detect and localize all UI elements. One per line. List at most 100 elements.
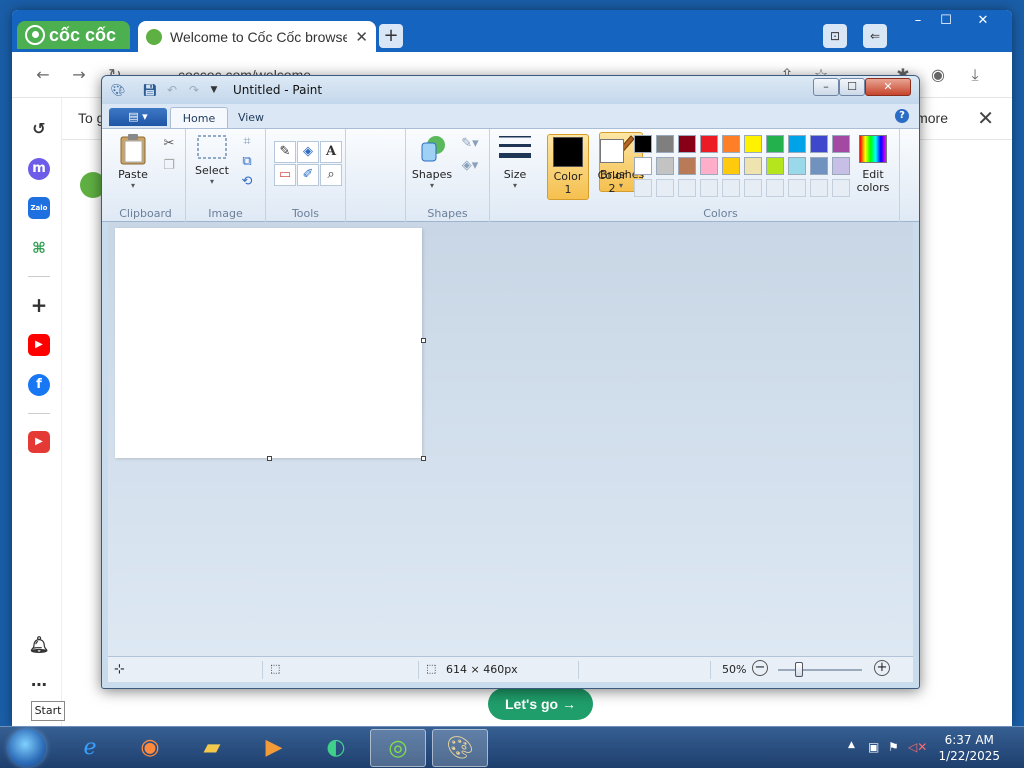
start-button[interactable] (8, 729, 46, 767)
palette-swatch[interactable] (788, 135, 806, 153)
notification-bell-icon[interactable]: 🔔︎ (28, 634, 50, 656)
palette-swatch[interactable] (678, 135, 696, 153)
new-tab-button[interactable]: + (379, 24, 403, 48)
shapes-button[interactable]: Shapes ▾ (410, 133, 454, 190)
custom-color-slot[interactable] (744, 179, 762, 197)
coccoc-alt-icon[interactable]: ◐ (308, 729, 364, 767)
palette-swatch[interactable] (722, 135, 740, 153)
palette-swatch[interactable] (810, 135, 828, 153)
custom-color-slot[interactable] (700, 179, 718, 197)
clock[interactable]: 6:37 AM 1/22/2025 (938, 732, 1000, 764)
palette-swatch[interactable] (832, 157, 850, 175)
color1-button[interactable]: Color 1 (547, 134, 589, 200)
custom-color-slot[interactable] (678, 179, 696, 197)
custom-color-slot[interactable] (788, 179, 806, 197)
firefox-icon[interactable]: ◉ (122, 729, 178, 767)
browser-minimize-button[interactable]: – (905, 12, 931, 30)
pencil-icon[interactable]: ✎ (274, 141, 296, 163)
custom-color-slot[interactable] (810, 179, 828, 197)
palette-swatch[interactable] (722, 157, 740, 175)
outline-icon[interactable]: ✎▾ (456, 135, 484, 153)
palette-swatch[interactable] (810, 157, 828, 175)
customize-toolbar-icon[interactable]: ▼ (206, 82, 222, 98)
copy-icon[interactable]: ❐ (160, 157, 178, 175)
sk-app-icon[interactable]: ▶ (28, 431, 50, 453)
cut-icon[interactable]: ✂ (160, 135, 178, 153)
canvas-resize-handle-right[interactable] (421, 338, 426, 343)
show-hidden-icons-icon[interactable]: ▲ (848, 740, 855, 750)
zalo-icon[interactable]: Zalo (28, 197, 50, 219)
history-icon[interactable]: ↺ (28, 118, 50, 140)
drawing-canvas[interactable] (115, 228, 422, 458)
save-icon[interactable]: 💾︎ (142, 82, 158, 98)
custom-color-slot[interactable] (656, 179, 674, 197)
add-sidebar-app-icon[interactable]: + (28, 294, 50, 316)
forward-arrow-icon[interactable]: → (68, 64, 90, 86)
help-icon[interactable]: ? (895, 109, 909, 123)
palette-swatch[interactable] (766, 135, 784, 153)
palette-swatch[interactable] (678, 157, 696, 175)
paint-file-menu-button[interactable]: ▤ ▾ (109, 108, 167, 126)
palette-swatch[interactable] (656, 135, 674, 153)
rotate-icon[interactable]: ⟲ (238, 173, 256, 191)
custom-color-slot[interactable] (832, 179, 850, 197)
info-bar-close-icon[interactable]: ✕ (977, 106, 994, 131)
coccoc-menu-button[interactable]: cốc cốc (17, 21, 130, 49)
zoom-in-button[interactable]: + (874, 660, 890, 676)
action-center-flag-icon[interactable]: ⚑ (888, 740, 899, 754)
zoom-slider-thumb[interactable] (795, 662, 803, 677)
messenger-icon[interactable]: m (28, 158, 50, 180)
palette-swatch[interactable] (832, 135, 850, 153)
file-explorer-icon[interactable]: ▰ (184, 729, 240, 767)
network-icon[interactable]: ▣ (868, 740, 879, 754)
size-button[interactable]: Size ▾ (496, 133, 534, 190)
resize-icon[interactable]: ⧉ (238, 153, 256, 171)
paint-minimize-button[interactable]: – (813, 78, 839, 96)
fill-bucket-icon[interactable]: ◈ (297, 141, 319, 163)
info-bar-learn-more-link[interactable]: more (916, 110, 948, 126)
game-controller-icon[interactable]: ⌘ (28, 237, 50, 259)
text-tool-icon[interactable]: A (320, 141, 342, 163)
volume-muted-icon[interactable]: ◁✕ (908, 740, 927, 754)
edit-colors-button[interactable]: Edit colors (852, 134, 894, 194)
zoom-out-button[interactable]: − (752, 660, 768, 676)
palette-swatch[interactable] (744, 157, 762, 175)
crop-icon[interactable]: ⌗ (238, 133, 256, 151)
palette-swatch[interactable] (700, 135, 718, 153)
palette-swatch[interactable] (700, 157, 718, 175)
palette-swatch[interactable] (634, 135, 652, 153)
eraser-icon[interactable]: ▭ (274, 164, 296, 186)
paste-button[interactable]: Paste ▾ (112, 133, 154, 190)
canvas-resize-handle-bottom[interactable] (267, 456, 272, 461)
back-arrow-icon[interactable]: ← (32, 64, 54, 86)
facebook-icon[interactable]: f (28, 374, 50, 396)
browser-close-button[interactable]: ✕ (970, 12, 996, 30)
tab-back-icon[interactable]: ⇐ (863, 24, 887, 48)
paint-maximize-button[interactable]: ☐ (839, 78, 865, 96)
palette-swatch[interactable] (656, 157, 674, 175)
internet-explorer-icon[interactable]: ℯ (62, 729, 118, 767)
palette-swatch[interactable] (744, 135, 762, 153)
paint-taskbar-button[interactable]: 🎨︎ (432, 729, 488, 767)
tab-home[interactable]: Home (170, 107, 228, 129)
palette-swatch[interactable] (634, 157, 652, 175)
browser-tab-welcome[interactable]: Welcome to Cốc Cốc browser ✕ (138, 21, 376, 52)
color-picker-icon[interactable]: ✐ (297, 164, 319, 186)
youtube-icon[interactable]: ▶ (28, 334, 50, 356)
select-button[interactable]: Select ▾ (192, 133, 232, 186)
zoom-slider-track[interactable] (778, 662, 862, 677)
color2-button[interactable]: Color 2 (592, 134, 632, 200)
custom-color-slot[interactable] (634, 179, 652, 197)
canvas-resize-handle-corner[interactable] (421, 456, 426, 461)
custom-color-slot[interactable] (766, 179, 784, 197)
palette-swatch[interactable] (766, 157, 784, 175)
browser-maximize-button[interactable]: ☐ (933, 12, 959, 30)
custom-color-slot[interactable] (722, 179, 740, 197)
paint-close-button[interactable]: ✕ (865, 78, 911, 96)
paint-app-icon[interactable]: 🎨︎ (110, 82, 126, 98)
tab-view[interactable]: View (230, 107, 272, 129)
profile-icon[interactable]: ◉ (927, 64, 949, 86)
media-player-icon[interactable]: ▶ (246, 729, 302, 767)
magnifier-icon[interactable]: ⌕ (320, 164, 342, 186)
coccoc-taskbar-button[interactable]: ◎ (370, 729, 426, 767)
